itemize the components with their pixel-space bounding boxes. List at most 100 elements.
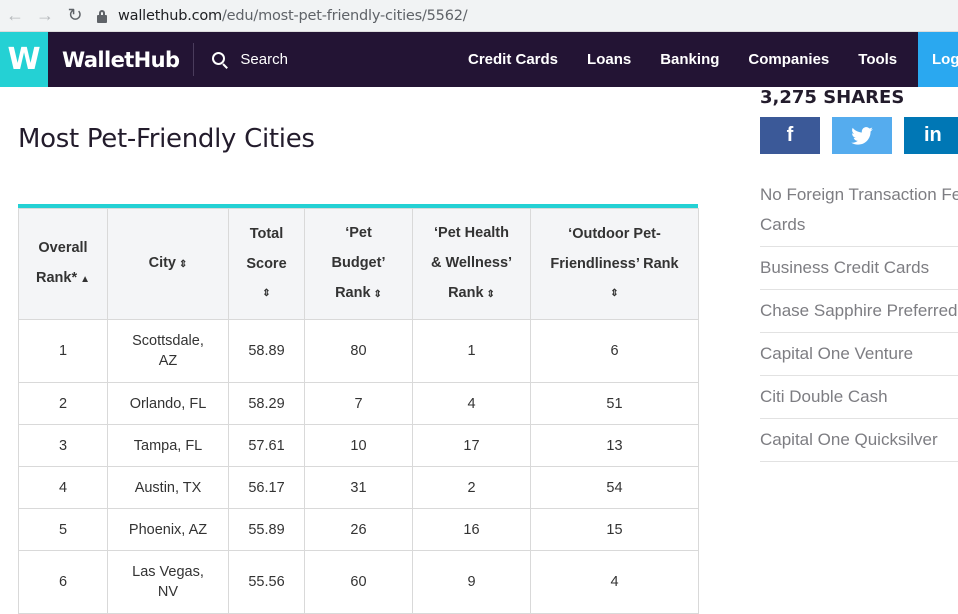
header-line: ‘Outdoor Pet- xyxy=(568,226,661,242)
cell-rank: 6 xyxy=(18,550,108,614)
sidebar-link[interactable]: Capital One Quicksilver xyxy=(760,419,958,462)
logo-text[interactable]: WalletHub xyxy=(62,48,180,72)
table-row: 6 Las Vegas, NV 55.56 60 9 4 xyxy=(18,550,699,614)
col-header-city[interactable]: City ⇕ xyxy=(107,208,229,320)
table-header-row: Overall Rank* ▲︎ City ⇕ Total Score ⇕ ‘Pet… xyxy=(18,208,699,320)
city-line: Las Vegas, xyxy=(132,564,204,580)
url-host: wallethub.com xyxy=(118,7,222,24)
cell-rank: 5 xyxy=(18,508,108,551)
cell-budget: 7 xyxy=(304,382,413,425)
cell-rank: 4 xyxy=(18,466,108,509)
sidebar-link[interactable]: Business Credit Cards xyxy=(760,247,958,290)
site-header: W WalletHub Search Credit Cards Loans Ba… xyxy=(0,32,958,87)
header-line: Total xyxy=(249,226,284,242)
col-header-pet-health[interactable]: ‘Pet Health & Wellness’ Rank ⇕ xyxy=(412,208,531,320)
cell-health: 17 xyxy=(412,424,531,467)
header-line: ‘Pet xyxy=(345,225,372,241)
linkedin-share-button[interactable]: in xyxy=(904,117,958,154)
sidebar-link[interactable]: No Foreign Transaction Fee Cards xyxy=(760,174,958,247)
arrow-left-icon[interactable]: ← xyxy=(0,2,30,30)
main-nav: Credit Cards Loans Banking Companies Too… xyxy=(468,32,926,87)
city-line: NV xyxy=(157,584,179,600)
col-header-overall-rank[interactable]: Overall Rank* ▲︎ xyxy=(18,208,108,320)
sidebar-link-list: No Foreign Transaction Fee Cards Busines… xyxy=(760,174,958,462)
sort-icon: ⇕ xyxy=(610,288,619,299)
cell-outdoor: 6 xyxy=(530,319,699,383)
browser-toolbar: ← → ↻ wallethub.com/edu/most-pet-friendl… xyxy=(0,0,958,32)
facebook-share-button[interactable]: f xyxy=(760,117,820,154)
header-line: Overall xyxy=(38,240,88,256)
cell-city: Tampa, FL xyxy=(107,424,229,467)
sidebar-link[interactable]: Chase Sapphire Preferred xyxy=(760,290,958,333)
cell-city: Phoenix, AZ xyxy=(107,508,229,551)
header-line: ‘Pet Health xyxy=(434,225,509,241)
cell-city: Scottsdale, AZ xyxy=(107,319,229,383)
header-line: Rank xyxy=(335,285,371,301)
share-count: 3,275 SHARES xyxy=(760,87,905,108)
cell-health: 16 xyxy=(412,508,531,551)
arrow-right-icon[interactable]: → xyxy=(30,2,60,30)
cell-rank: 1 xyxy=(18,319,108,383)
page-title: Most Pet-Friendly Cities xyxy=(18,124,315,154)
cell-outdoor: 13 xyxy=(530,424,699,467)
lock-icon xyxy=(96,9,108,23)
cell-city: Austin, TX xyxy=(107,466,229,509)
cell-outdoor: 4 xyxy=(530,550,699,614)
nav-loans[interactable]: Loans xyxy=(587,51,631,68)
header-line: Rank xyxy=(448,285,484,301)
cell-outdoor: 54 xyxy=(530,466,699,509)
col-header-pet-budget[interactable]: ‘Pet Budget’ Rank ⇕ xyxy=(304,208,413,320)
nav-credit-cards[interactable]: Credit Cards xyxy=(468,51,558,68)
col-header-total-score[interactable]: Total Score ⇕ xyxy=(228,208,305,320)
table-row: 1 Scottsdale, AZ 58.89 80 1 6 xyxy=(18,319,699,383)
cell-city: Las Vegas, NV xyxy=(107,550,229,614)
cell-rank: 3 xyxy=(18,424,108,467)
cell-score: 56.17 xyxy=(228,466,305,509)
header-line: & Wellness’ xyxy=(430,255,513,271)
twitter-icon xyxy=(851,126,873,145)
city-line: AZ xyxy=(158,353,178,369)
search-button[interactable]: Search xyxy=(212,51,288,69)
search-label: Search xyxy=(240,51,288,68)
ranking-table: Overall Rank* ▲︎ City ⇕ Total Score ⇕ ‘Pet… xyxy=(18,204,699,614)
table-row: 4 Austin, TX 56.17 31 2 54 xyxy=(18,466,699,509)
sidebar-link[interactable]: Citi Double Cash xyxy=(760,376,958,419)
logo-mark[interactable]: W xyxy=(0,32,48,87)
url-path: /edu/most-pet-friendly-cities/5562/ xyxy=(221,7,468,24)
cell-budget: 80 xyxy=(304,319,413,383)
sort-icon: ⇕ xyxy=(486,289,495,300)
header-line: Score xyxy=(246,256,287,272)
sidebar-link[interactable]: Capital One Venture xyxy=(760,333,958,376)
cell-budget: 26 xyxy=(304,508,413,551)
cell-outdoor: 15 xyxy=(530,508,699,551)
col-header-outdoor[interactable]: ‘Outdoor Pet- Friendliness’ Rank ⇕ xyxy=(530,208,699,320)
twitter-share-button[interactable] xyxy=(832,117,892,154)
header-line: City xyxy=(148,255,176,271)
linkedin-icon: in xyxy=(924,124,942,146)
cell-city: Orlando, FL xyxy=(107,382,229,425)
cell-budget: 10 xyxy=(304,424,413,467)
sort-icon: ⇕ xyxy=(373,289,382,300)
facebook-icon: f xyxy=(786,124,794,146)
nav-tools[interactable]: Tools xyxy=(858,51,897,68)
city-line: Scottsdale, xyxy=(132,333,204,349)
table-row: 5 Phoenix, AZ 55.89 26 16 15 xyxy=(18,508,699,551)
cell-score: 58.29 xyxy=(228,382,305,425)
cell-score: 58.89 xyxy=(228,319,305,383)
cell-budget: 31 xyxy=(304,466,413,509)
header-line: Budget’ xyxy=(331,255,386,271)
cell-outdoor: 51 xyxy=(530,382,699,425)
nav-banking[interactable]: Banking xyxy=(660,51,719,68)
login-button[interactable]: Log xyxy=(918,32,958,87)
table-row: 3 Tampa, FL 57.61 10 17 13 xyxy=(18,424,699,467)
address-bar[interactable]: wallethub.com/edu/most-pet-friendly-citi… xyxy=(96,3,468,29)
cell-score: 57.61 xyxy=(228,424,305,467)
header-line: Rank* xyxy=(35,270,78,286)
cell-health: 9 xyxy=(412,550,531,614)
nav-companies[interactable]: Companies xyxy=(748,51,829,68)
sort-icon: ⇕ xyxy=(262,288,271,299)
header-divider xyxy=(193,43,195,76)
reload-icon[interactable]: ↻ xyxy=(60,2,90,30)
sort-icon: ⇕ xyxy=(179,259,188,270)
cell-health: 2 xyxy=(412,466,531,509)
